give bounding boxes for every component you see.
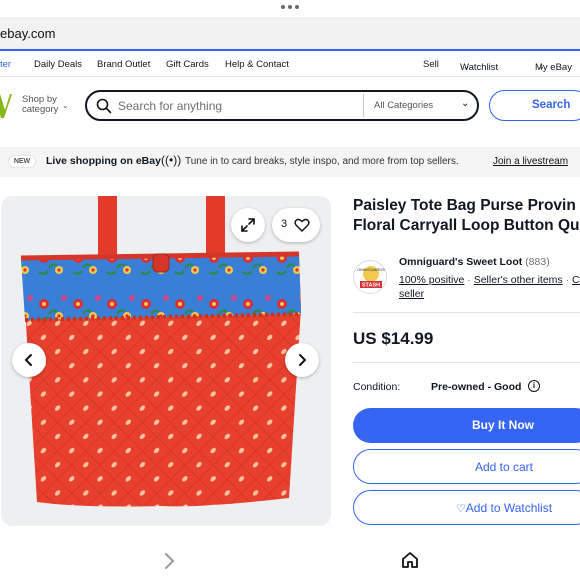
product-title-line2: Floral Carryall Loop Button Qu <box>353 217 580 234</box>
chevron-down-icon: ⌄ <box>463 62 470 71</box>
divider <box>353 312 580 313</box>
seller-logo-graphic: OMNIGUARDS STASH <box>357 266 385 289</box>
condition-value: Pre-owned - Good <box>431 381 522 393</box>
chevron-right-icon <box>299 354 307 366</box>
seller-feedback-count: (883) <box>525 256 550 268</box>
buy-it-now-button[interactable]: Buy It Now <box>353 408 580 443</box>
search-icon <box>96 98 112 114</box>
watch-count: 3 <box>281 218 288 230</box>
condition-label: Condition: <box>353 381 401 393</box>
category-select[interactable]: All Categories <box>374 100 433 111</box>
divider <box>353 362 580 363</box>
add-to-cart-label: Add to cart <box>474 460 534 474</box>
nav-brand-outlet[interactable]: Brand Outlet <box>97 59 150 70</box>
seller-name[interactable]: Omniguard's Sweet Loot <box>399 256 522 268</box>
search-bar: Search for anything All Categories ⌄ <box>85 90 479 121</box>
chevron-down-icon: ⌄ <box>538 62 545 71</box>
next-image-button[interactable] <box>285 343 319 377</box>
banner-description: Tune in to card breaks, style inspo, and… <box>185 156 459 167</box>
search-input[interactable]: Search for anything <box>118 99 222 113</box>
nav-help-contact[interactable]: Help & Contact <box>225 59 289 70</box>
browser-bottom-bar <box>0 540 580 580</box>
seller-logo-top-text: OMNIGUARDS <box>357 267 385 272</box>
add-to-watchlist-label: ♡Add to Watchlist <box>354 501 580 515</box>
search-divider <box>363 94 364 117</box>
product-price: US $14.99 <box>353 329 434 348</box>
join-livestream-link[interactable]: Join a livestream <box>493 156 568 167</box>
add-to-cart-button[interactable]: Add to cart <box>353 449 580 484</box>
nav-gift-cards[interactable]: Gift Cards <box>166 59 209 70</box>
contact-seller-link[interactable]: Co <box>572 274 580 286</box>
product-image <box>1 196 331 526</box>
seller-logo-bottom-text: STASH <box>362 283 380 289</box>
seller-links: 100% positive · Seller's other items · C… <box>399 274 580 286</box>
nav-divider <box>0 76 580 77</box>
expand-image-button[interactable] <box>231 208 265 242</box>
top-navigation: ter Daily Deals Brand Outlet Gift Cards … <box>0 56 580 76</box>
heart-icon: ♡ <box>455 503 466 515</box>
nav-daily-deals[interactable]: Daily Deals <box>34 59 82 70</box>
chevron-down-icon[interactable]: ⌄ <box>461 98 469 109</box>
seller-name-row: Omniguard's Sweet Loot (883) <box>399 256 550 268</box>
watch-count-button[interactable]: 3 <box>272 208 320 242</box>
home-icon[interactable] <box>401 551 419 569</box>
prev-image-button[interactable] <box>12 343 46 377</box>
product-image-gallery[interactable] <box>1 196 331 526</box>
buy-it-now-label: Buy It Now <box>472 418 534 432</box>
expand-icon <box>241 218 255 232</box>
ebay-logo-fragment[interactable] <box>0 86 12 126</box>
live-shopping-banner: NEW Live shopping on eBay ((•)) Tune in … <box>0 147 580 177</box>
seller-logo[interactable]: OMNIGUARDS STASH <box>353 260 387 294</box>
shop-by-line2: category <box>22 104 59 115</box>
product-title: Paisley Tote Bag Purse Provin Floral Car… <box>353 196 580 236</box>
new-badge: NEW <box>8 155 36 168</box>
chevron-right-icon[interactable] <box>162 552 176 570</box>
chevron-left-icon <box>24 354 32 366</box>
seller-other-items-link[interactable]: Seller's other items <box>474 274 563 286</box>
search-button[interactable]: Search <box>489 90 580 121</box>
contact-seller-link-line2[interactable]: seller <box>399 288 424 300</box>
positive-feedback-link[interactable]: 100% positive <box>399 274 464 286</box>
url-text[interactable]: ebay.com <box>0 26 55 41</box>
heart-icon <box>294 218 310 232</box>
shop-by-category[interactable]: Shop by category ⌄ <box>22 95 69 115</box>
add-to-watchlist-button[interactable]: ♡Add to Watchlist <box>353 490 580 525</box>
broadcast-icon: ((•)) <box>161 153 182 167</box>
browser-tab-dots <box>0 2 580 14</box>
address-bar[interactable]: ebay.com <box>0 17 580 51</box>
add-to-watchlist-text: Add to Watchlist <box>465 501 553 515</box>
chevron-down-icon: ⌄ <box>62 101 69 110</box>
live-shopping-label: Live shopping on eBay <box>46 155 161 167</box>
info-icon[interactable]: i <box>528 380 540 392</box>
nav-sell[interactable]: Sell <box>423 59 439 70</box>
product-title-line1: Paisley Tote Bag Purse Provin <box>353 197 576 214</box>
nav-partial-link[interactable]: ter <box>0 59 11 70</box>
